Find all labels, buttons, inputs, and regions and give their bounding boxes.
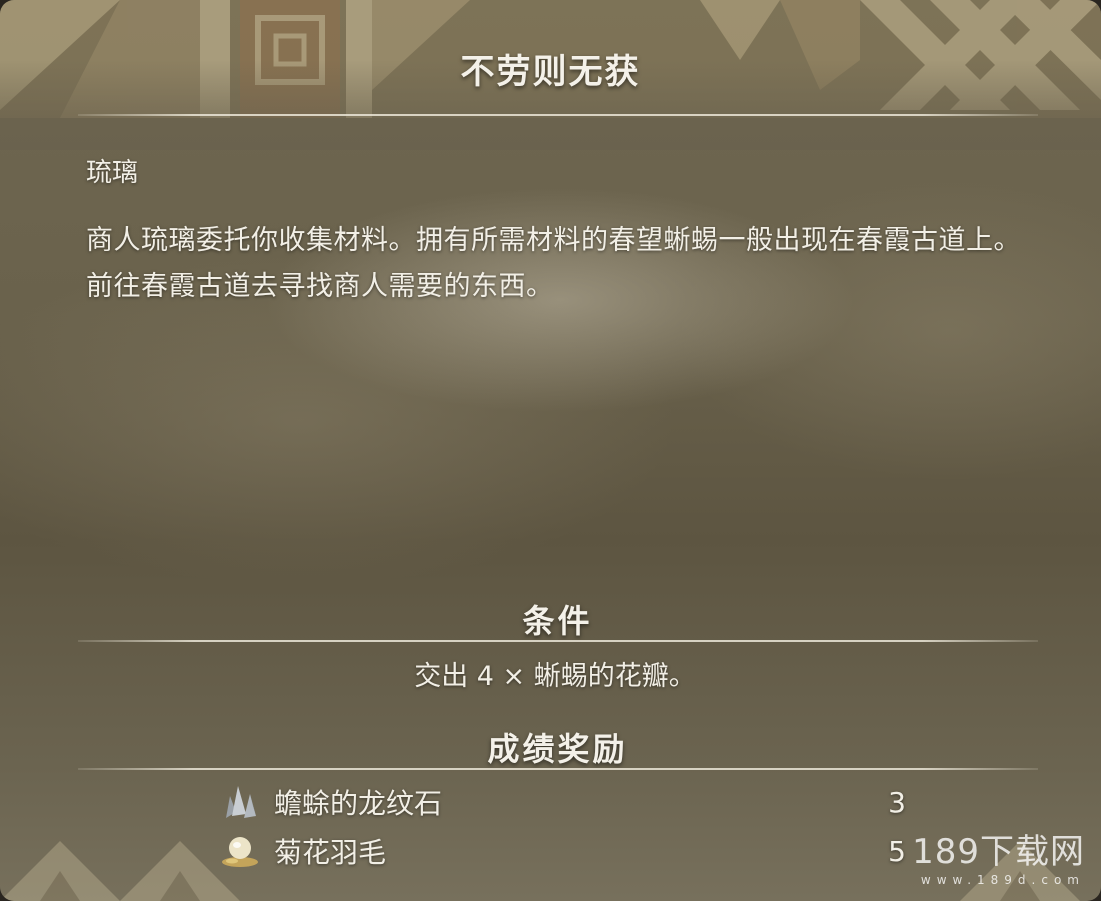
watermark-url: www.189d.com	[920, 873, 1085, 887]
condition-text: 交出 4 × 蜥蜴的花瓣。	[414, 661, 696, 692]
quest-description: 商人琉璃委托你收集材料。拥有所需材料的春望蜥蜴一般出现在春霞古道上。前往春霞古道…	[86, 225, 1021, 302]
reward-item-name: 蟾蜍的龙纹石	[274, 787, 443, 820]
quest-detail-panel: 不劳则无获 琉璃 商人琉璃委托你收集材料。拥有所需材料的春望蜥蜴一般出现在春霞古…	[0, 0, 1101, 901]
rewards-divider	[78, 768, 1038, 770]
site-watermark: 189下载网 www.189d.com	[912, 832, 1085, 888]
reward-item[interactable]: 蟾蜍的龙纹石 3	[216, 780, 906, 824]
reward-item-quantity: 5	[888, 834, 906, 868]
conditions-heading: 条件	[522, 602, 593, 640]
feather-egg-icon	[216, 829, 264, 873]
rewards-heading: 成绩奖励	[487, 730, 628, 768]
title-divider	[78, 114, 1038, 116]
quest-client-name: 琉璃	[86, 158, 139, 188]
ore-crystal-icon	[216, 780, 264, 824]
quest-title: 不劳则无获	[460, 52, 641, 92]
reward-item-quantity: 3	[888, 785, 906, 819]
watermark-logo-text: 189下载网	[912, 832, 1085, 872]
reward-item[interactable]: 菊花羽毛 5	[216, 829, 906, 873]
reward-item-name: 菊花羽毛	[274, 836, 387, 869]
conditions-divider	[78, 640, 1038, 642]
